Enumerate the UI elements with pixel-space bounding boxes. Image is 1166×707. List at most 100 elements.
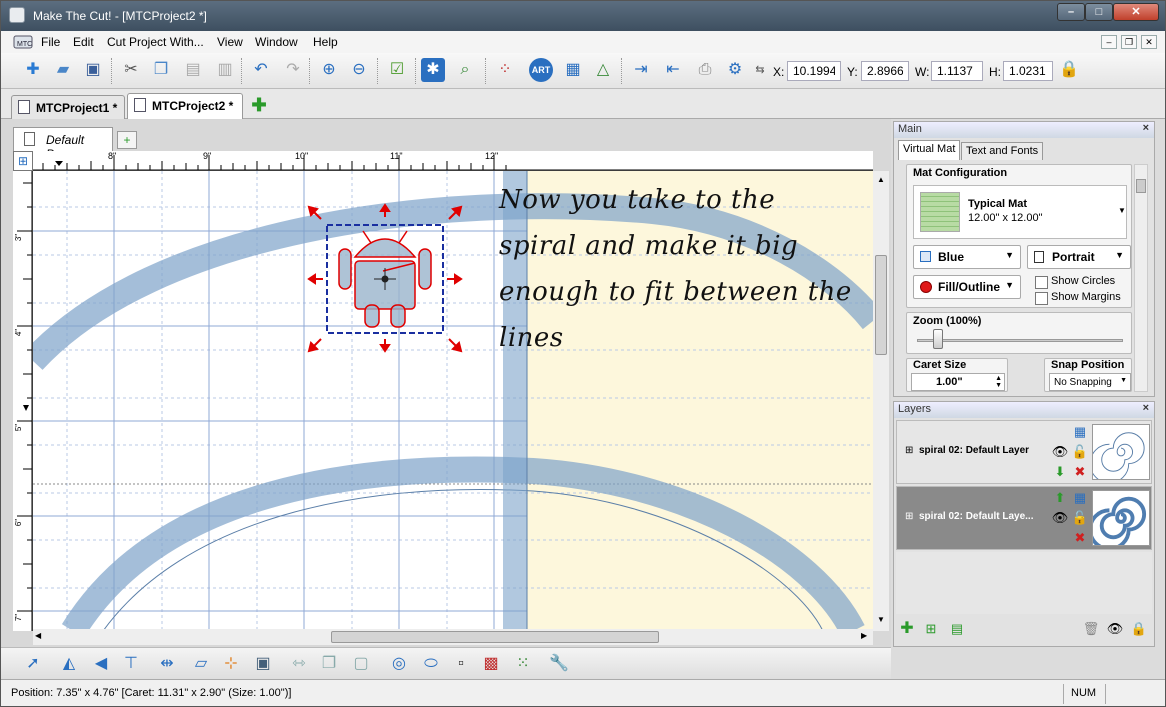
scroll-thumb[interactable] bbox=[331, 631, 659, 643]
close-button[interactable]: ✕ bbox=[1113, 3, 1159, 21]
zoom-out-icon[interactable]: ⊖ bbox=[347, 58, 371, 82]
add-page-icon[interactable]: + bbox=[117, 131, 137, 149]
scroll-thumb[interactable] bbox=[1136, 179, 1146, 193]
tab-virtual-mat[interactable]: Virtual Mat bbox=[898, 140, 961, 160]
undo-icon[interactable]: ↶ bbox=[249, 58, 273, 82]
layer-properties-icon[interactable]: ▤ bbox=[948, 620, 966, 638]
expand-icon[interactable]: ⊞ bbox=[905, 445, 913, 456]
grid-icon[interactable]: ▦ bbox=[561, 58, 585, 82]
ruler-corner[interactable]: ⊞ bbox=[13, 151, 33, 171]
y-field[interactable] bbox=[861, 61, 909, 81]
visibility-eye-icon[interactable]: 👁 bbox=[1051, 509, 1069, 527]
copy-icon[interactable]: ❐ bbox=[149, 58, 173, 82]
cut-icon[interactable]: ✂ bbox=[119, 58, 143, 82]
maximize-button[interactable]: □ bbox=[1085, 3, 1113, 21]
export-icon[interactable]: ⇥ bbox=[629, 58, 653, 82]
mdi-minimize-button[interactable]: – bbox=[1101, 35, 1117, 49]
menu-file[interactable]: File bbox=[41, 35, 60, 49]
weld-icon[interactable]: ⇿ bbox=[287, 652, 311, 676]
layer-row[interactable]: ⊞ spiral 02: Default Layer ▦ 👁 🔓 ⬇ ✖ bbox=[896, 420, 1152, 484]
layer-row[interactable]: ⊞ spiral 02: Default Laye... ⬆ ▦ 👁 🔓 ✖ bbox=[896, 486, 1152, 550]
align-icon[interactable]: ⊤ bbox=[119, 652, 143, 676]
lock-all-icon[interactable]: 🔒 bbox=[1130, 620, 1148, 638]
tab-text-and-fonts[interactable]: Text and Fonts bbox=[961, 142, 1044, 160]
grid-dots-icon[interactable]: ⁙ bbox=[511, 652, 535, 676]
orientation-select[interactable]: Portrait ▼ bbox=[1027, 245, 1131, 269]
menu-window[interactable]: Window bbox=[255, 35, 298, 49]
close-panel-icon[interactable]: × bbox=[1143, 122, 1149, 134]
center-icon[interactable]: ⊹ bbox=[219, 652, 243, 676]
menu-edit[interactable]: Edit bbox=[73, 35, 94, 49]
scroll-down-icon[interactable]: ▼ bbox=[877, 615, 885, 624]
print-icon[interactable]: ⎙ bbox=[693, 58, 717, 82]
zoom-fit-icon[interactable]: ⌕ bbox=[453, 58, 477, 82]
mat-color-select[interactable]: Blue ▼ bbox=[913, 245, 1021, 269]
approve-icon[interactable]: ☑ bbox=[385, 58, 409, 82]
close-panel-icon[interactable]: × bbox=[1143, 402, 1149, 414]
save-icon[interactable]: ▣ bbox=[81, 58, 105, 82]
layer-grid-icon[interactable]: ▦ bbox=[1071, 423, 1089, 441]
move-down-icon[interactable]: ⬇ bbox=[1051, 463, 1069, 481]
path-icon[interactable]: ⬭ bbox=[419, 652, 443, 676]
add-layer-icon[interactable]: ✚ bbox=[898, 620, 916, 638]
zoom-in-icon[interactable]: ⊕ bbox=[317, 58, 341, 82]
paste-icon[interactable]: ▤ bbox=[181, 58, 205, 82]
wrench-icon[interactable]: 🔧 bbox=[547, 652, 571, 676]
lock-icon[interactable]: 🔒 bbox=[1057, 58, 1081, 82]
stepper-icon[interactable]: ▲ ▼ bbox=[995, 375, 1002, 389]
mat-selector[interactable]: Typical Mat 12.00" x 12.00" ▼ bbox=[913, 185, 1127, 239]
distribute-icon[interactable]: ⇹ bbox=[155, 652, 179, 676]
visibility-eye-icon[interactable]: 👁 bbox=[1051, 443, 1069, 461]
paste-in-place-icon[interactable]: ▥ bbox=[213, 58, 237, 82]
mdi-restore-button[interactable]: ❐ bbox=[1121, 35, 1137, 49]
add-sublayer-icon[interactable]: ⊞ bbox=[922, 620, 940, 638]
tab-default-page[interactable]: Default Page bbox=[13, 127, 113, 161]
skew-icon[interactable]: ▱ bbox=[189, 652, 213, 676]
x-field[interactable] bbox=[787, 61, 841, 81]
menu-cut-project-with[interactable]: Cut Project With... bbox=[107, 35, 204, 49]
pattern-fill-icon[interactable]: ▩ bbox=[479, 652, 503, 676]
settings-icon[interactable]: ⚙ bbox=[723, 58, 747, 82]
panel-scroll[interactable] bbox=[1134, 164, 1148, 392]
layer-grid-icon[interactable]: ▦ bbox=[1071, 489, 1089, 507]
nodes-icon[interactable]: ◎ bbox=[387, 652, 411, 676]
caret-size-field[interactable]: 1.00" ▲ ▼ bbox=[911, 373, 1005, 391]
delete-layer-icon[interactable]: ✖ bbox=[1071, 463, 1089, 481]
redo-icon[interactable]: ↷ bbox=[281, 58, 305, 82]
minimize-button[interactable]: – bbox=[1057, 3, 1085, 21]
menu-view[interactable]: View bbox=[217, 35, 243, 49]
zoom-slider-thumb[interactable] bbox=[933, 329, 943, 349]
scroll-left-icon[interactable]: ◀ bbox=[35, 631, 41, 640]
show-circles-checkbox[interactable]: Show Circles bbox=[1035, 275, 1115, 289]
unlock-icon[interactable]: 🔓 bbox=[1071, 443, 1089, 461]
merge-icon[interactable]: ❐ bbox=[317, 652, 341, 676]
swap-icon[interactable]: ⇆ bbox=[753, 58, 767, 82]
h-field[interactable] bbox=[1003, 61, 1053, 81]
horizontal-scrollbar[interactable]: ◀ ▶ bbox=[33, 629, 873, 645]
trash-icon[interactable]: 🗑 bbox=[1082, 620, 1100, 638]
menu-help[interactable]: Help bbox=[313, 35, 338, 49]
add-project-icon[interactable]: ✚ bbox=[247, 93, 271, 117]
move-up-icon[interactable]: ⬆ bbox=[1051, 489, 1069, 507]
w-field[interactable] bbox=[931, 61, 983, 81]
shapes-icon[interactable]: △ bbox=[591, 58, 615, 82]
art-icon[interactable]: ART bbox=[529, 58, 553, 82]
wand-icon[interactable]: ✱ bbox=[421, 58, 445, 82]
node-edit-icon[interactable]: ⁘ bbox=[493, 58, 517, 82]
shadow-icon[interactable]: ▣ bbox=[251, 652, 275, 676]
show-margins-checkbox[interactable]: Show Margins bbox=[1035, 291, 1121, 305]
unlock-icon[interactable]: 🔓 bbox=[1071, 509, 1089, 527]
delete-layer-icon[interactable]: ✖ bbox=[1071, 529, 1089, 547]
import-icon[interactable]: ⇤ bbox=[661, 58, 685, 82]
group-icon[interactable]: ▢ bbox=[349, 652, 373, 676]
open-icon[interactable]: ▰ bbox=[51, 58, 75, 82]
tab-mtcproject2[interactable]: MTCProject2 * bbox=[127, 93, 243, 119]
visibility-all-icon[interactable]: 👁 bbox=[1106, 620, 1124, 638]
flip-horizontal-icon[interactable]: ◭ bbox=[57, 652, 81, 676]
scroll-right-icon[interactable]: ▶ bbox=[861, 631, 867, 640]
tab-mtcproject1[interactable]: MTCProject1 * bbox=[11, 95, 125, 119]
new-icon[interactable]: ✚ bbox=[21, 58, 45, 82]
expand-icon[interactable]: ⊞ bbox=[905, 511, 913, 522]
shadow-box-icon[interactable]: ▫ bbox=[449, 652, 473, 676]
snap-select[interactable]: No Snapping ▼ bbox=[1049, 373, 1131, 391]
